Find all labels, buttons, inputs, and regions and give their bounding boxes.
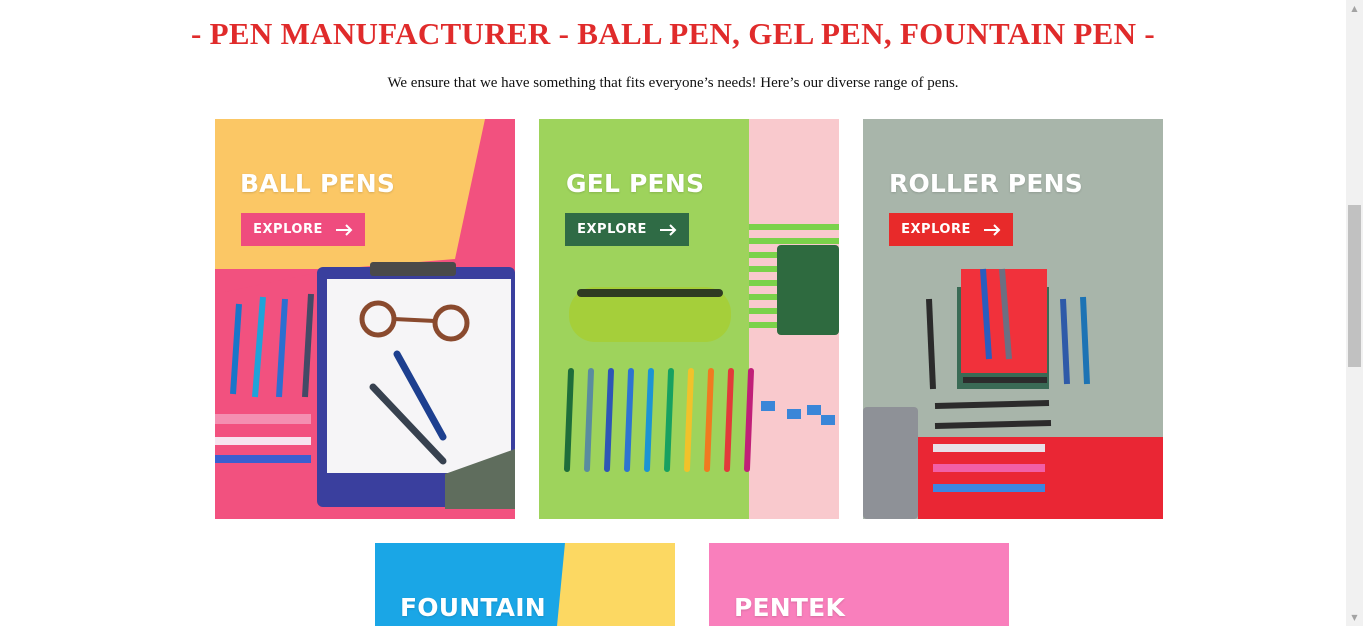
card-gel-pens[interactable]: GEL PENS EXPLORE (539, 119, 839, 519)
card-title: BALL PENS (240, 169, 396, 198)
explore-label: EXPLORE (577, 222, 647, 237)
chevron-up-icon[interactable]: ▲ (1346, 0, 1363, 17)
arrow-right-icon (659, 223, 677, 236)
arrow-right-icon (335, 223, 353, 236)
arrow-right-icon (983, 223, 1001, 236)
page: - PEN MANUFACTURER - BALL PEN, GEL PEN, … (0, 0, 1346, 626)
scrollbar-thumb[interactable] (1348, 205, 1361, 367)
explore-button[interactable]: EXPLORE (889, 213, 1013, 246)
card-title: ROLLER PENS (889, 169, 1083, 198)
page-title: - PEN MANUFACTURER - BALL PEN, GEL PEN, … (190, 16, 1155, 51)
card-fountain[interactable]: FOUNTAIN (375, 543, 675, 626)
explore-button[interactable]: EXPLORE (241, 213, 365, 246)
chevron-down-icon[interactable]: ▼ (1346, 609, 1363, 626)
card-title: GEL PENS (566, 169, 705, 198)
card-title: PENTEK (734, 593, 846, 622)
card-pentek[interactable]: PENTEK (709, 543, 1009, 626)
explore-label: EXPLORE (901, 222, 971, 237)
vertical-scrollbar[interactable]: ▲ ▼ (1346, 0, 1363, 626)
card-title: FOUNTAIN (400, 593, 546, 622)
card-ball-pens[interactable]: BALL PENS EXPLORE (215, 119, 515, 519)
page-subtitle: We ensure that we have something that fi… (387, 75, 959, 91)
explore-label: EXPLORE (253, 222, 323, 237)
explore-button[interactable]: EXPLORE (565, 213, 689, 246)
card-roller-pens[interactable]: ROLLER PENS EXPLORE (863, 119, 1163, 519)
